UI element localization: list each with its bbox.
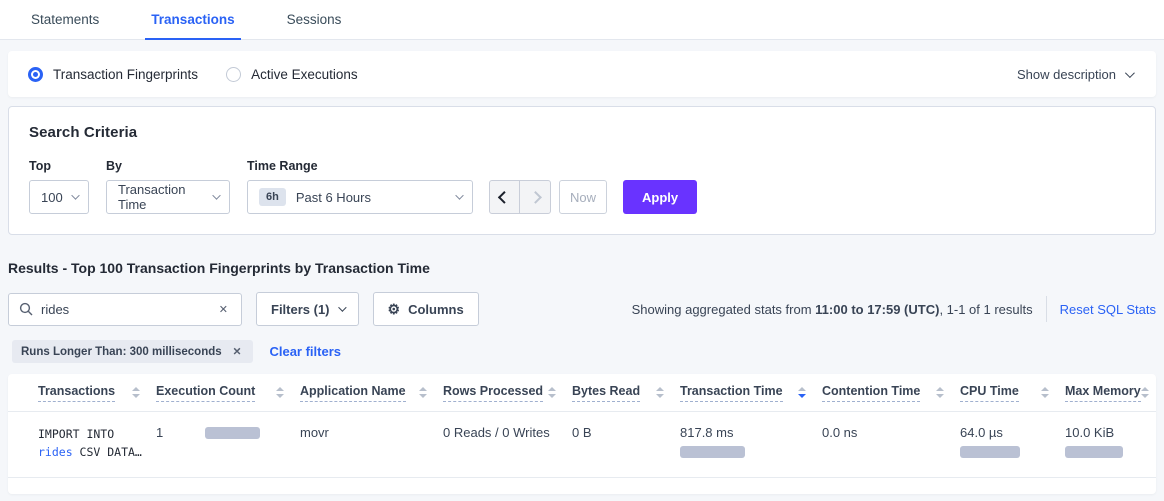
max-memory-cell: 10.0 KiB — [1065, 425, 1136, 458]
radio-transaction-fingerprints[interactable]: Transaction Fingerprints — [28, 67, 198, 82]
search-criteria-title: Search Criteria — [29, 124, 1135, 141]
show-description-label: Show description — [1017, 67, 1116, 82]
search-criteria-panel: Search Criteria Top 100 By Transaction T… — [8, 106, 1156, 235]
show-description-toggle[interactable]: Show description — [1017, 67, 1132, 82]
previous-time-range-button[interactable] — [490, 181, 520, 213]
reset-sql-stats-link[interactable]: Reset SQL Stats — [1060, 302, 1156, 317]
sort-icon — [1041, 387, 1049, 398]
filters-button[interactable]: Filters (1) — [256, 292, 359, 326]
active-filters-row: Runs Longer Than: 300 milliseconds ✕ Cle… — [12, 340, 1156, 363]
search-match-highlight: rides — [38, 445, 73, 459]
time-range-select[interactable]: 6h Past 6 Hours — [247, 180, 473, 214]
tab-statements[interactable]: Statements — [25, 0, 105, 40]
sort-icon — [656, 387, 664, 398]
sort-icon — [936, 387, 944, 398]
application-name-cell: movr — [300, 425, 443, 440]
clear-filters-link[interactable]: Clear filters — [269, 344, 341, 359]
table-header-row: Transactions Execution Count Application… — [8, 374, 1156, 412]
results-heading: Results - Top 100 Transaction Fingerprin… — [8, 260, 1156, 276]
sort-icon — [798, 387, 806, 398]
chevron-left-icon — [498, 191, 510, 203]
sort-icon — [548, 387, 556, 398]
top-select[interactable]: 100 — [29, 180, 89, 214]
rows-processed-cell: 0 Reads / 0 Writes — [443, 425, 572, 440]
columns-button-label: Columns — [408, 302, 464, 317]
column-header-max-memory[interactable]: Max Memory — [1065, 384, 1151, 402]
column-header-contention-time[interactable]: Contention Time — [822, 384, 960, 402]
execution-count-bar — [205, 427, 260, 439]
clear-search-icon[interactable]: ✕ — [216, 301, 231, 318]
chevron-down-icon — [212, 191, 221, 200]
by-select[interactable]: Transaction Time — [106, 180, 230, 214]
gear-icon: ⚙ — [388, 302, 401, 316]
transaction-time-bar — [680, 446, 745, 458]
column-header-application-name[interactable]: Application Name — [300, 384, 443, 402]
tab-sessions[interactable]: Sessions — [281, 0, 348, 40]
bytes-read-cell: 0 B — [572, 425, 680, 440]
radio-label: Active Executions — [251, 67, 358, 82]
filter-pill: Runs Longer Than: 300 milliseconds ✕ — [12, 340, 253, 363]
top-select-value: 100 — [41, 190, 63, 205]
table-row: IMPORT INTO rides CSV DATA… 1 movr 0 Rea… — [8, 412, 1156, 478]
now-button[interactable]: Now — [559, 180, 607, 214]
cpu-time-bar — [960, 446, 1020, 458]
column-header-transactions[interactable]: Transactions — [38, 384, 156, 402]
column-header-transaction-time[interactable]: Transaction Time — [680, 384, 822, 402]
tab-transactions[interactable]: Transactions — [145, 0, 240, 40]
radio-label: Transaction Fingerprints — [53, 67, 198, 82]
chevron-down-icon — [71, 191, 80, 200]
contention-time-cell: 0.0 ns — [822, 425, 960, 440]
search-input[interactable] — [41, 302, 216, 317]
sort-icon — [276, 387, 284, 398]
time-range-badge: 6h — [259, 188, 286, 206]
next-time-range-button[interactable] — [520, 181, 550, 213]
by-label: By — [106, 159, 247, 173]
remove-filter-icon[interactable]: ✕ — [230, 344, 245, 360]
column-header-bytes-read[interactable]: Bytes Read — [572, 384, 680, 402]
chevron-down-icon — [338, 303, 346, 311]
column-header-cpu-time[interactable]: CPU Time — [960, 384, 1065, 402]
by-select-value: Transaction Time — [118, 182, 212, 212]
column-header-execution-count[interactable]: Execution Count — [156, 384, 300, 402]
search-box: ✕ — [8, 293, 242, 326]
radio-selected-icon — [28, 67, 43, 82]
page-tabs: Statements Transactions Sessions — [0, 0, 1164, 40]
chevron-down-icon — [455, 191, 464, 200]
chevron-right-icon — [529, 191, 541, 203]
max-memory-bar — [1065, 446, 1123, 458]
sort-icon — [132, 387, 140, 398]
transaction-time-cell: 817.8 ms — [680, 425, 822, 458]
sort-icon — [1141, 387, 1149, 398]
divider — [1046, 296, 1047, 322]
transaction-fingerprint-link[interactable]: IMPORT INTO rides CSV DATA… — [38, 425, 156, 462]
top-label: Top — [29, 159, 106, 173]
search-icon — [19, 302, 33, 316]
time-range-label: Time Range — [247, 159, 489, 173]
radio-unselected-icon — [226, 67, 241, 82]
sort-icon — [419, 387, 427, 398]
time-range-pager — [489, 180, 551, 214]
results-toolbar: ✕ Filters (1) ⚙ Columns Showing aggregat… — [8, 292, 1156, 326]
view-mode-bar: Transaction Fingerprints Active Executio… — [8, 51, 1156, 97]
results-table: Transactions Execution Count Application… — [8, 374, 1156, 494]
chevron-down-icon — [1125, 68, 1135, 78]
radio-active-executions[interactable]: Active Executions — [226, 67, 358, 82]
apply-button[interactable]: Apply — [623, 180, 697, 214]
cpu-time-cell: 64.0 µs — [960, 425, 1065, 458]
filter-pill-label: Runs Longer Than: 300 milliseconds — [21, 346, 222, 358]
time-range-value: Past 6 Hours — [296, 190, 371, 205]
column-header-rows-processed[interactable]: Rows Processed — [443, 384, 572, 402]
columns-button[interactable]: ⚙ Columns — [373, 292, 479, 326]
aggregated-stats-text: Showing aggregated stats from 11:00 to 1… — [632, 302, 1033, 317]
stats-time-range: 11:00 to 17:59 (UTC) — [815, 302, 939, 317]
filters-button-label: Filters (1) — [271, 302, 330, 317]
execution-count-cell: 1 — [156, 425, 300, 440]
